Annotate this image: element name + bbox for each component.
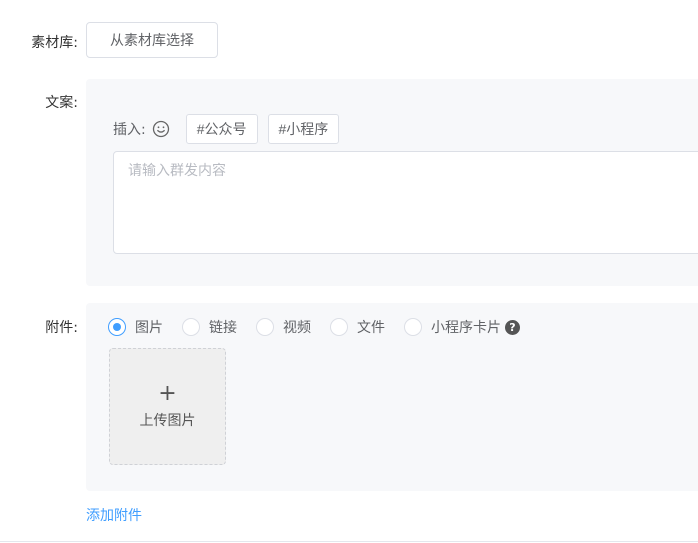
- radio-link[interactable]: 链接: [182, 317, 237, 337]
- radio-link-circle[interactable]: [182, 318, 200, 336]
- radio-image-circle[interactable]: [108, 318, 126, 336]
- choose-material-button[interactable]: 从素材库选择: [86, 22, 218, 58]
- radio-file-circle[interactable]: [330, 318, 348, 336]
- radio-video-label: 视频: [283, 320, 311, 336]
- copy-panel: 插入: #公众号 #小程序: [86, 79, 698, 286]
- plus-icon: +: [158, 380, 177, 406]
- radio-link-label: 链接: [209, 320, 237, 336]
- insert-official-account-button[interactable]: #公众号: [185, 114, 258, 144]
- radio-mini-program-card[interactable]: 小程序卡片: [404, 317, 501, 337]
- question-circle-icon[interactable]: ?: [505, 319, 520, 335]
- bottom-divider: [0, 541, 698, 542]
- radio-mini-program-card-label: 小程序卡片: [431, 320, 501, 336]
- insert-toolbar: 插入: #公众号 #小程序: [113, 114, 349, 144]
- attachment-type-radio-group: 图片 链接 视频 文件 小程序卡片 ?: [108, 317, 520, 337]
- insert-mini-program-button[interactable]: #小程序: [267, 114, 340, 144]
- attachment-panel: 图片 链接 视频 文件 小程序卡片 ? + 上传图片: [86, 303, 698, 491]
- smile-icon[interactable]: [152, 120, 170, 138]
- radio-image[interactable]: 图片: [108, 317, 163, 337]
- radio-mini-program-card-circle[interactable]: [404, 318, 422, 336]
- upload-image-button[interactable]: + 上传图片: [109, 348, 226, 465]
- insert-label: 插入:: [113, 122, 146, 138]
- copy-label: 文案:: [45, 95, 78, 111]
- radio-file-label: 文件: [357, 320, 385, 336]
- radio-video[interactable]: 视频: [256, 317, 311, 337]
- add-attachment-link[interactable]: 添加附件: [86, 505, 142, 525]
- attachment-label: 附件:: [45, 320, 78, 336]
- broadcast-content-input[interactable]: [113, 151, 698, 254]
- radio-file[interactable]: 文件: [330, 317, 385, 337]
- radio-video-circle[interactable]: [256, 318, 274, 336]
- upload-image-label: 上传图片: [139, 412, 196, 429]
- radio-image-label: 图片: [135, 320, 163, 336]
- material-label: 素材库:: [31, 35, 78, 51]
